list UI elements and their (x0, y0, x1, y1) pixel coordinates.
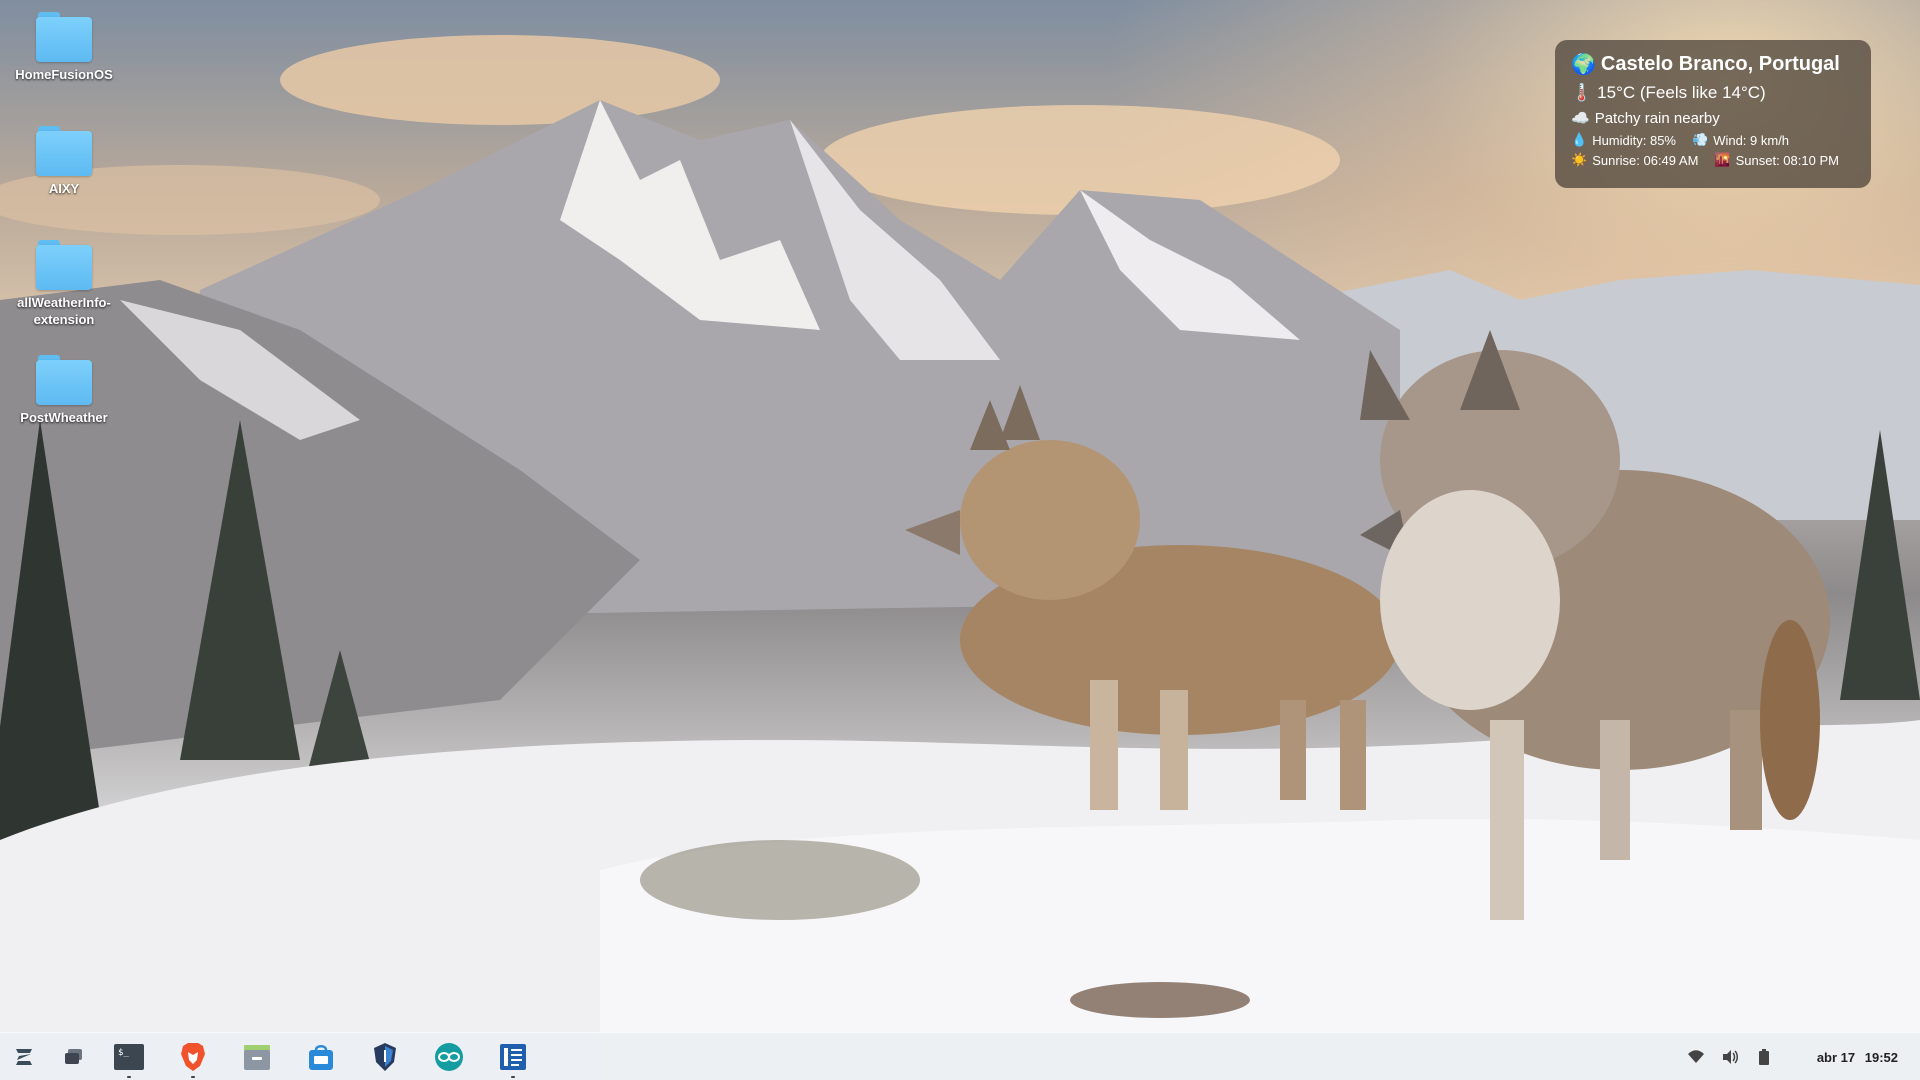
folder-icon (36, 355, 92, 405)
weather-condition: Patchy rain nearby (1594, 109, 1720, 127)
cloud-icon: ☁️ (1571, 110, 1590, 127)
sun-icon: ☀️ (1571, 152, 1588, 167)
system-tray[interactable]: abr 17 19:52 (1679, 1033, 1920, 1080)
shield-icon (374, 1043, 396, 1071)
store-bag-icon (309, 1045, 333, 1070)
running-indicator (511, 1076, 515, 1078)
files-button[interactable] (239, 1039, 275, 1075)
workspaces-icon (65, 1049, 82, 1064)
desktop[interactable]: HomeFusionOS AIXY allWeatherInfo-extensi… (0, 0, 1920, 1080)
taskbar: $_ abr 17 19:52 (0, 1032, 1920, 1080)
weather-sunset: Sunset: 08:10 PM (1735, 152, 1839, 168)
desktop-icon-label: AIXY (48, 181, 80, 196)
workspaces-button[interactable] (56, 1039, 92, 1075)
desktop-icon-postwheather[interactable]: PostWheather (8, 355, 120, 426)
weather-humidity: Humidity: 85% (1592, 132, 1676, 148)
battery-icon[interactable] (1753, 1046, 1775, 1068)
desktop-icon-aixy[interactable]: AIXY (8, 126, 120, 197)
globe-icon: 🌍 (1571, 54, 1596, 76)
brave-lion-icon (181, 1043, 205, 1071)
wifi-icon[interactable] (1685, 1046, 1707, 1068)
brave-browser-button[interactable] (175, 1039, 211, 1078)
svg-text:$_: $_ (118, 1048, 129, 1058)
volume-icon[interactable] (1719, 1046, 1741, 1068)
thermometer-icon: 🌡️ (1571, 83, 1593, 102)
software-store-button[interactable] (303, 1039, 339, 1075)
terminal-button[interactable]: $_ (111, 1039, 147, 1078)
desktop-icon-label: PostWheather (20, 410, 108, 425)
arduino-button[interactable] (431, 1039, 467, 1075)
terminal-icon: $_ (114, 1044, 144, 1070)
folder-icon (36, 240, 92, 290)
folder-icon (36, 126, 92, 176)
weather-location: Castelo Branco, Portugal (1600, 53, 1840, 75)
arduino-icon (435, 1043, 463, 1071)
desktop-icon-allweatherinfo-extension[interactable]: allWeatherInfo-extension (8, 240, 120, 328)
clock[interactable]: abr 17 19:52 (1817, 1050, 1898, 1065)
weather-sunrise: Sunrise: 06:49 AM (1592, 152, 1699, 168)
file-manager-icon (244, 1045, 270, 1070)
security-button[interactable] (367, 1039, 403, 1075)
zorin-menu-button[interactable] (6, 1039, 42, 1075)
running-indicator (127, 1076, 131, 1078)
weather-widget[interactable]: 🌍 Castelo Branco, Portugal 🌡️ 15°C (Feel… (1555, 40, 1871, 188)
document-icon (500, 1044, 526, 1070)
wind-icon: 💨 (1692, 132, 1709, 147)
running-indicator (191, 1076, 195, 1078)
folder-icon (36, 12, 92, 62)
weather-wind: Wind: 9 km/h (1713, 132, 1790, 148)
document-editor-button[interactable] (495, 1039, 531, 1078)
droplet-icon: 💧 (1571, 132, 1588, 147)
desktop-icon-label: HomeFusionOS (15, 67, 113, 82)
zorin-logo-icon (16, 1049, 32, 1065)
desktop-icon-homefusionos[interactable]: HomeFusionOS (8, 12, 120, 83)
clock-date: abr 17 (1816, 1049, 1856, 1065)
sunset-icon: 🌇 (1714, 152, 1731, 167)
weather-temperature: 15°C (Feels like 14°C) (1597, 83, 1766, 102)
desktop-icon-label: allWeatherInfo-extension (17, 295, 111, 327)
clock-time: 19:52 (1864, 1049, 1898, 1065)
